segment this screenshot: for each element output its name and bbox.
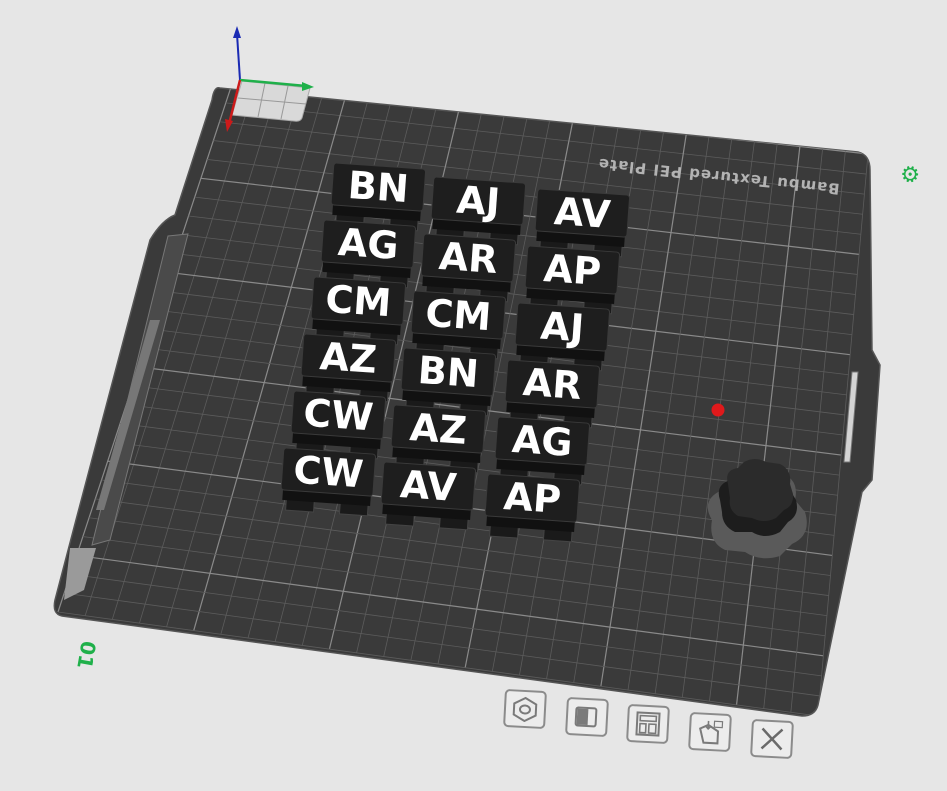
keycap-label: AJ <box>455 178 502 225</box>
build-plate-viewport[interactable]: Bambu Textured PEI Plate 01 ⚙ BN AJ AVAG AR… <box>0 0 947 791</box>
keycap-label: AG <box>511 417 575 465</box>
arrange-button[interactable] <box>626 703 670 745</box>
z-axis-arrow-icon <box>233 26 241 38</box>
keycap-label: CW <box>292 448 365 497</box>
arrange-icon <box>635 711 661 737</box>
keycap-label: AR <box>438 234 500 282</box>
keycap-label: AP <box>542 246 602 294</box>
red-dot-marker <box>711 403 725 417</box>
keycap-label: CM <box>424 291 493 339</box>
orient-button[interactable] <box>503 688 547 730</box>
keycap-label: CW <box>302 391 375 440</box>
keycap-label: AG <box>337 220 401 268</box>
orient-icon <box>512 696 538 723</box>
keycap-label: CM <box>324 277 393 325</box>
plate-number: 01 <box>72 639 100 671</box>
keycap-label: AZ <box>318 334 378 382</box>
close-icon <box>760 727 784 751</box>
z-axis <box>236 33 241 81</box>
keycap-label: AR <box>522 360 584 408</box>
lock-icon <box>574 706 598 728</box>
auto-arrange-button[interactable] <box>688 711 732 753</box>
keycap-label: AV <box>553 189 613 237</box>
keycap-label: AZ <box>408 405 468 453</box>
keycap-label: AJ <box>539 304 586 351</box>
keycap-label: BN <box>346 163 410 211</box>
plate-settings-icon[interactable]: ⚙ <box>896 160 923 190</box>
keycap-label: BN <box>416 348 480 396</box>
keycap-label: AV <box>399 462 459 510</box>
lock-button[interactable] <box>565 696 609 738</box>
close-button[interactable] <box>750 718 794 760</box>
keycap-label: AP <box>502 474 562 522</box>
auto-arrange-icon <box>699 720 724 745</box>
